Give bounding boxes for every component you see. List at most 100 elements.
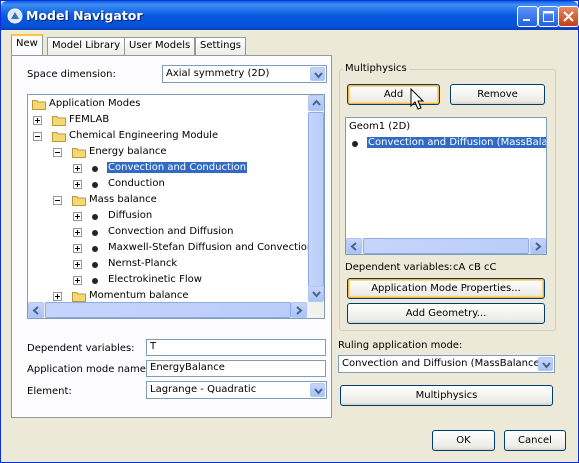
- folder-icon: [52, 116, 66, 126]
- dependent-variables-field[interactable]: T: [146, 339, 326, 356]
- expand-plus-icon[interactable]: [73, 228, 82, 237]
- title-bar[interactable]: Model Navigator: [1, 1, 579, 30]
- folder-open-icon: [72, 148, 86, 158]
- space-dimension-value: Axial symmetry (2D): [166, 68, 270, 79]
- scroll-thumb[interactable]: [363, 238, 529, 254]
- collapse-minus-icon[interactable]: [53, 148, 62, 157]
- multiphysics-list[interactable]: Geom1 (2D) Convection and Diffusion (Mas…: [345, 117, 547, 255]
- folder-icon: [32, 100, 46, 110]
- bullet-icon: [92, 246, 98, 252]
- ruling-mode-select[interactable]: Convection and Diffusion (MassBalance): [338, 355, 555, 373]
- ruling-mode-label: Ruling application mode:: [338, 340, 463, 351]
- expand-plus-icon[interactable]: [53, 292, 62, 301]
- tree-node-label: Nernst-Planck: [108, 258, 178, 269]
- scroll-left-button[interactable]: [346, 238, 362, 254]
- tree-node-label: Maxwell-Stefan Diffusion and Convection: [108, 242, 314, 253]
- tree-node-label: Energy balance: [89, 146, 167, 157]
- tree-node-label: Convection and Diffusion: [108, 226, 234, 237]
- tree-horizontal-scrollbar[interactable]: [28, 302, 308, 318]
- minimize-icon: [523, 19, 530, 21]
- multiphysics-button[interactable]: Multiphysics: [340, 385, 553, 406]
- mp-dependent-variables-label: Dependent variables:: [345, 262, 453, 273]
- space-dimension-label: Space dimension:: [27, 69, 116, 80]
- tab-settings[interactable]: Settings: [195, 37, 247, 55]
- list-horizontal-scrollbar[interactable]: [346, 238, 546, 254]
- chevron-up-icon: [312, 99, 321, 106]
- tree-node-label: Mass balance: [89, 194, 157, 205]
- app-mode-name-field[interactable]: EnergyBalance: [146, 360, 326, 377]
- tree-node-label: Conduction: [108, 178, 165, 189]
- list-item-label: Geom1 (2D): [349, 121, 411, 132]
- collapse-minus-icon[interactable]: [53, 196, 62, 205]
- tab-model-library[interactable]: Model Library: [47, 37, 126, 55]
- mouse-pointer-icon: [410, 88, 425, 110]
- tab-label: New: [16, 38, 38, 49]
- bullet-icon: [92, 230, 98, 236]
- bullet-icon: [92, 166, 98, 172]
- dropdown-arrow[interactable]: [310, 383, 325, 397]
- scroll-up-button[interactable]: [308, 95, 324, 111]
- scroll-left-button[interactable]: [28, 302, 44, 318]
- folder-open-icon: [72, 196, 86, 206]
- minimize-button[interactable]: [517, 6, 538, 27]
- cancel-button[interactable]: Cancel: [504, 430, 566, 451]
- scroll-thumb[interactable]: [308, 112, 324, 287]
- app-mode-properties-button[interactable]: Application Mode Properties...: [347, 278, 545, 299]
- add-button[interactable]: Add: [347, 84, 440, 105]
- bullet-icon: [352, 141, 358, 147]
- tree-node-label: FEMLAB: [69, 114, 110, 125]
- expand-plus-icon[interactable]: [73, 260, 82, 269]
- tab-new[interactable]: New: [11, 34, 43, 55]
- chevron-down-icon: [314, 72, 323, 79]
- expand-plus-icon[interactable]: [33, 116, 42, 125]
- chevron-right-icon: [535, 242, 542, 251]
- bullet-icon: [92, 278, 98, 284]
- scroll-down-button[interactable]: [308, 286, 324, 302]
- bullet-icon: [92, 182, 98, 188]
- app-mode-name-label: Application mode name:: [27, 364, 150, 375]
- maximize-button[interactable]: [538, 6, 559, 27]
- chevron-down-icon: [312, 291, 321, 298]
- tree-node-label: Chemical Engineering Module: [69, 130, 219, 141]
- scroll-thumb[interactable]: [45, 302, 291, 318]
- space-dimension-select[interactable]: Axial symmetry (2D): [162, 65, 327, 83]
- expand-plus-icon[interactable]: [73, 164, 82, 173]
- collapse-minus-icon[interactable]: [33, 132, 42, 141]
- multiphysics-group-label: Multiphysics: [343, 63, 409, 74]
- close-button[interactable]: [558, 6, 579, 27]
- add-geometry-button[interactable]: Add Geometry...: [347, 303, 545, 324]
- ok-button[interactable]: OK: [432, 430, 495, 451]
- expand-plus-icon[interactable]: [73, 212, 82, 221]
- expand-plus-icon[interactable]: [73, 276, 82, 285]
- comsol-app-icon: [7, 8, 23, 24]
- dependent-variables-label: Dependent variables:: [27, 343, 135, 354]
- remove-button[interactable]: Remove: [450, 84, 545, 105]
- ruling-mode-value: Convection and Diffusion (MassBalance): [342, 358, 544, 369]
- tab-label: Settings: [200, 40, 242, 51]
- tree-node-label-selected: Convection and Conduction: [105, 161, 249, 174]
- expand-plus-icon[interactable]: [73, 244, 82, 253]
- close-icon: [563, 11, 574, 22]
- chevron-down-icon: [542, 362, 551, 369]
- tab-label: Model Library: [52, 40, 121, 51]
- dropdown-arrow[interactable]: [310, 67, 325, 81]
- list-item-mode[interactable]: Convection and Diffusion (MassBalance): [348, 136, 547, 151]
- scroll-right-button[interactable]: [530, 238, 546, 254]
- element-value: Lagrange - Quadratic: [150, 384, 257, 395]
- application-modes-tree[interactable]: Application Modes FEMLAB Chemical Engine…: [27, 94, 325, 319]
- element-select[interactable]: Lagrange - Quadratic: [146, 381, 327, 399]
- chevron-left-icon: [32, 306, 39, 315]
- tree-node-label: Electrokinetic Flow: [108, 274, 202, 285]
- tab-label: User Models: [129, 40, 191, 51]
- expand-plus-icon[interactable]: [73, 180, 82, 189]
- window-title: Model Navigator: [26, 8, 143, 23]
- dropdown-arrow[interactable]: [538, 357, 553, 371]
- chevron-left-icon: [350, 242, 357, 251]
- tab-user-models[interactable]: User Models: [124, 37, 196, 55]
- bullet-icon: [92, 262, 98, 268]
- tree-vertical-scrollbar[interactable]: [308, 95, 324, 318]
- scroll-right-button[interactable]: [291, 302, 307, 318]
- folder-open-icon: [52, 132, 66, 142]
- mp-dependent-variables-value: cA cB cC: [453, 262, 497, 273]
- list-item-label-selected: Convection and Diffusion (MassBalance): [366, 136, 547, 149]
